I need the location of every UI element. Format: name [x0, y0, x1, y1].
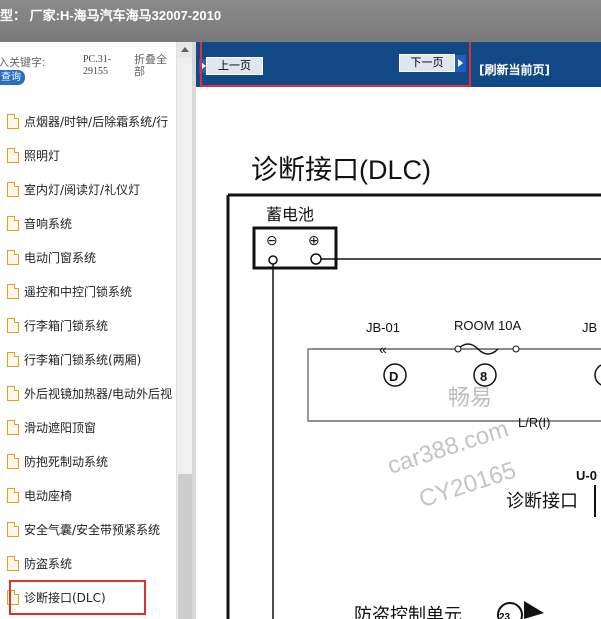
sidebar: 入关键字: 查询 PC.31-29155 折叠全部 点烟器/时钟/后除霜系统/行…: [0, 42, 193, 619]
document-icon: [7, 352, 19, 367]
fold-all-link[interactable]: 折叠全部: [134, 54, 174, 78]
connector-arrow-icon: [524, 601, 544, 619]
list-item[interactable]: 防盗系统: [0, 547, 176, 581]
pc-code: PC.31-29155: [83, 54, 112, 77]
keyword-label: 入关键字:: [0, 57, 46, 69]
scroll-up-arrow-icon[interactable]: [177, 42, 193, 58]
window-title-bar: 型： 厂家:H-海马汽车海马32007-2010: [0, 0, 601, 42]
nav-buttons-highlight: [200, 42, 471, 87]
window-title: 型： 厂家:H-海马汽车海马32007-2010: [0, 8, 222, 23]
document-icon: [7, 284, 19, 299]
wiring-diagram: 诊断接口(DLC) 蓄电池 ⊖ ⊕ JB-01 « D ROOM 10A 8 J…: [196, 87, 601, 619]
content-pane: 上一页 下一页 [刷新当前页] 诊断接口(DLC) 蓄电池 ⊖ ⊕ JB-01 …: [196, 42, 601, 619]
refresh-page-link[interactable]: [刷新当前页]: [479, 61, 550, 78]
watermark-brand: 畅易: [448, 385, 492, 410]
list-item[interactable]: 防抱死制动系统: [0, 445, 176, 479]
jb01-label: JB-01: [366, 320, 400, 335]
jb-partial-label: JB: [582, 320, 597, 335]
list-item[interactable]: 滑动遮阳顶窗: [0, 411, 176, 445]
room-fuse-label: ROOM 10A: [454, 318, 522, 333]
fuse-terminal: [512, 345, 520, 353]
list-item-label: 点烟器/时钟/后除霜系统/行: [24, 115, 169, 129]
search-row: 入关键字: 查询 PC.31-29155 折叠全部: [0, 42, 192, 96]
document-icon: [7, 556, 19, 571]
document-icon: [7, 318, 19, 333]
document-icon: [7, 522, 19, 537]
u-code-label: U-0: [576, 468, 597, 483]
antitheft-label: 防盗控制单元: [354, 605, 462, 619]
list-item-label: 电动门窗系统: [24, 251, 97, 265]
dlc-label: 诊断接口: [506, 491, 578, 511]
list-item[interactable]: 外后视镜加热器/电动外后视: [0, 377, 176, 411]
battery-plus-icon: ⊕: [308, 232, 320, 248]
battery-minus-icon: ⊖: [266, 232, 278, 248]
sidebar-scrollbar[interactable]: [176, 42, 193, 619]
list-item-label: 滑动遮阳顶窗: [24, 421, 97, 435]
list-item[interactable]: 室内灯/阅读灯/礼仪灯: [0, 173, 176, 207]
node-d-label: D: [389, 369, 398, 384]
list-item-label: 电动座椅: [24, 489, 73, 503]
list-item-label: 防盗系统: [24, 557, 73, 571]
fuse-terminal: [454, 345, 462, 353]
battery-label: 蓄电池: [266, 206, 314, 224]
document-icon: [7, 454, 19, 469]
list-item[interactable]: 点烟器/时钟/后除霜系统/行: [0, 105, 176, 139]
document-icon: [7, 148, 19, 163]
document-icon: [7, 250, 19, 265]
list-item-label: 照明灯: [24, 149, 61, 163]
query-button[interactable]: 查询: [0, 70, 25, 85]
list-item[interactable]: 音响系统: [0, 207, 176, 241]
selected-item-highlight: [9, 580, 146, 615]
node-8-label: 8: [480, 369, 487, 384]
node-bottom-label: 23: [499, 612, 511, 619]
list-item-label: 安全气囊/安全带预紧系统: [24, 523, 161, 537]
list-item-label: 音响系统: [24, 217, 73, 231]
list-item[interactable]: 电动座椅: [0, 479, 176, 513]
list-item-label: 行李箱门锁系统: [24, 319, 109, 333]
document-icon: [7, 182, 19, 197]
list-item[interactable]: 行李箱门锁系统: [0, 309, 176, 343]
list-item[interactable]: 行李箱门锁系统(两厢): [0, 343, 176, 377]
list-item-label: 防抱死制动系统: [24, 455, 109, 469]
list-item-label: 遥控和中控门锁系统: [24, 285, 133, 299]
list-item-label: 行李箱门锁系统(两厢): [24, 353, 142, 367]
document-icon: [7, 114, 19, 129]
list-item[interactable]: 遥控和中控门锁系统: [0, 275, 176, 309]
document-icon: [7, 488, 19, 503]
list-item[interactable]: 照明灯: [0, 139, 176, 173]
document-icon: [7, 216, 19, 231]
document-icon: [7, 420, 19, 435]
battery-terminal: [310, 253, 322, 265]
battery-terminal: [268, 255, 278, 265]
diagram-title: 诊断接口(DLC): [251, 155, 431, 185]
diagram-svg: 诊断接口(DLC) 蓄电池 ⊖ ⊕ JB-01 « D ROOM 10A 8 J…: [226, 155, 601, 619]
connector-arrow-icon: «: [379, 341, 387, 357]
list-item-label: 室内灯/阅读灯/礼仪灯: [24, 183, 141, 197]
list-item[interactable]: 电动门窗系统: [0, 241, 176, 275]
document-icon: [7, 386, 19, 401]
node-circle: [594, 364, 601, 386]
wire-color-label: L/R(I): [518, 415, 551, 430]
list-item-label: 外后视镜加热器/电动外后视: [24, 387, 173, 401]
scroll-thumb[interactable]: [178, 474, 192, 619]
list-item[interactable]: 安全气囊/安全带预紧系统: [0, 513, 176, 547]
page-toolbar: 上一页 下一页 [刷新当前页]: [196, 42, 601, 87]
